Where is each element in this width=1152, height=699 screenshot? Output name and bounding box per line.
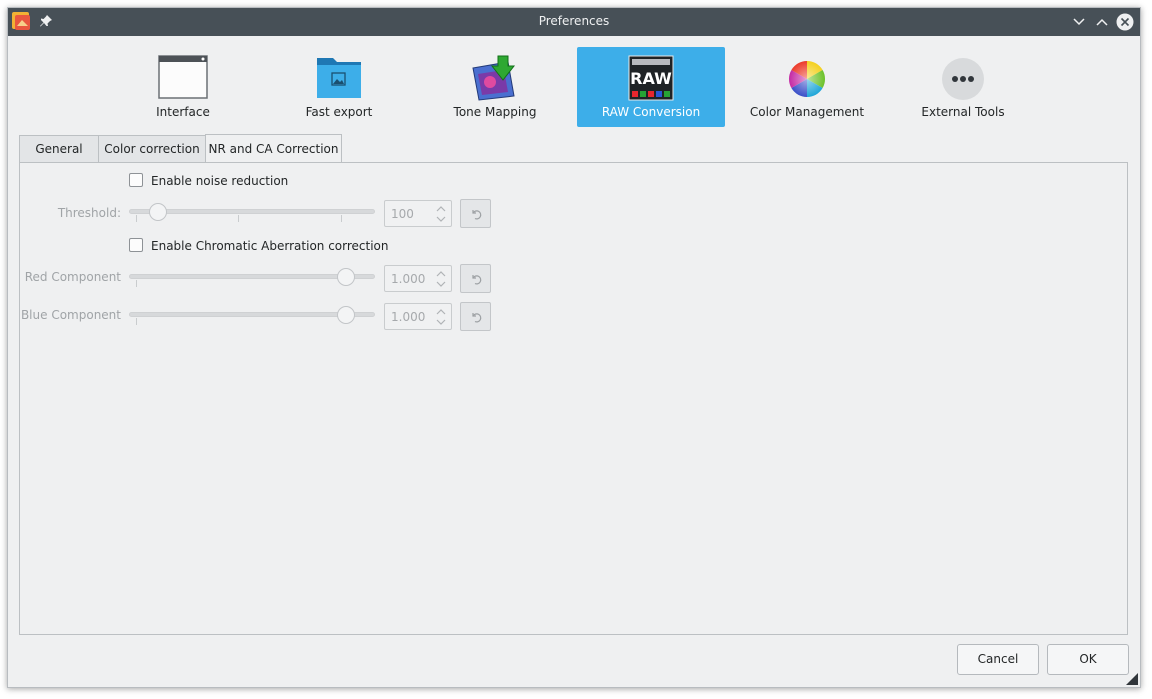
enable-ca-correction-checkbox[interactable] [129,238,143,252]
page-label: Interface [156,105,210,119]
minimize-icon[interactable] [1070,13,1088,31]
undo-icon [472,313,482,323]
page-selector: Interface Fast export Tone Mapping RAW R… [8,47,1140,127]
blue-component-slider-handle[interactable] [337,306,355,324]
threshold-value: 100 [391,207,414,221]
red-component-label: Red Component [24,270,121,284]
raw-icon: RAW [628,55,674,101]
page-label: External Tools [921,105,1005,119]
window-icon [158,55,208,99]
enable-noise-reduction-checkbox[interactable] [129,173,143,187]
more-dots-icon [942,58,984,100]
titlebar: Preferences [8,8,1140,36]
blue-component-spinbox[interactable]: 1.000 [384,303,452,330]
preferences-window: Preferences Interface Fast export Tone M… [7,7,1141,688]
page-label: Fast export [305,105,373,119]
raw-icon-text: RAW [630,69,672,88]
red-component-reset-button[interactable] [460,264,491,293]
folder-image-icon [317,58,361,98]
slider-tick [341,215,342,222]
spin-up-icon[interactable] [436,309,446,315]
blue-component-reset-button[interactable] [460,302,491,331]
red-component-spinbox[interactable]: 1.000 [384,265,452,292]
page-fast-export[interactable]: Fast export [265,47,413,127]
page-raw-conversion[interactable]: RAW RAW Conversion [577,47,725,127]
slider-tick [136,280,137,287]
tab-panel [19,162,1128,635]
red-component-slider-handle[interactable] [337,268,355,286]
spin-up-icon[interactable] [436,271,446,277]
slider-tick [136,318,137,325]
close-icon[interactable] [1116,13,1134,31]
cancel-button[interactable]: Cancel [957,644,1039,675]
red-component-value: 1.000 [391,272,426,286]
undo-icon [472,275,482,285]
tab-general[interactable]: General [19,135,99,162]
tab-nr-ca-correction[interactable]: NR and CA Correction [205,134,342,163]
enable-noise-reduction-label: Enable noise reduction [151,174,289,188]
slider-tick [136,215,137,222]
blue-component-value: 1.000 [391,310,426,324]
page-tone-mapping[interactable]: Tone Mapping [421,47,569,127]
slider-tick [238,215,239,222]
threshold-spinbox[interactable]: 100 [384,200,452,227]
page-interface[interactable]: Interface [109,47,257,127]
spin-down-icon[interactable] [436,216,446,222]
undo-icon [472,210,482,220]
threshold-reset-button[interactable] [460,199,491,228]
page-label: RAW Conversion [601,105,701,119]
tab-color-correction[interactable]: Color correction [98,135,206,162]
spin-up-icon[interactable] [436,206,446,212]
page-label: Color Management [749,105,865,119]
blue-component-label: Blue Component [20,308,121,322]
page-color-management[interactable]: Color Management [733,47,881,127]
threshold-slider-handle[interactable] [149,203,167,221]
window-title: Preferences [538,14,610,28]
page-external-tools[interactable]: External Tools [889,47,1037,127]
threshold-label: Threshold: [57,206,121,220]
tone-mapping-icon [472,55,516,101]
page-label: Tone Mapping [453,105,537,119]
maximize-icon[interactable] [1093,13,1111,31]
resize-grip-icon[interactable] [1126,673,1138,685]
color-wheel-icon [788,60,826,98]
ok-button[interactable]: OK [1047,644,1129,675]
spin-down-icon[interactable] [436,319,446,325]
spin-down-icon[interactable] [436,281,446,287]
enable-ca-correction-label: Enable Chromatic Aberration correction [151,239,389,253]
